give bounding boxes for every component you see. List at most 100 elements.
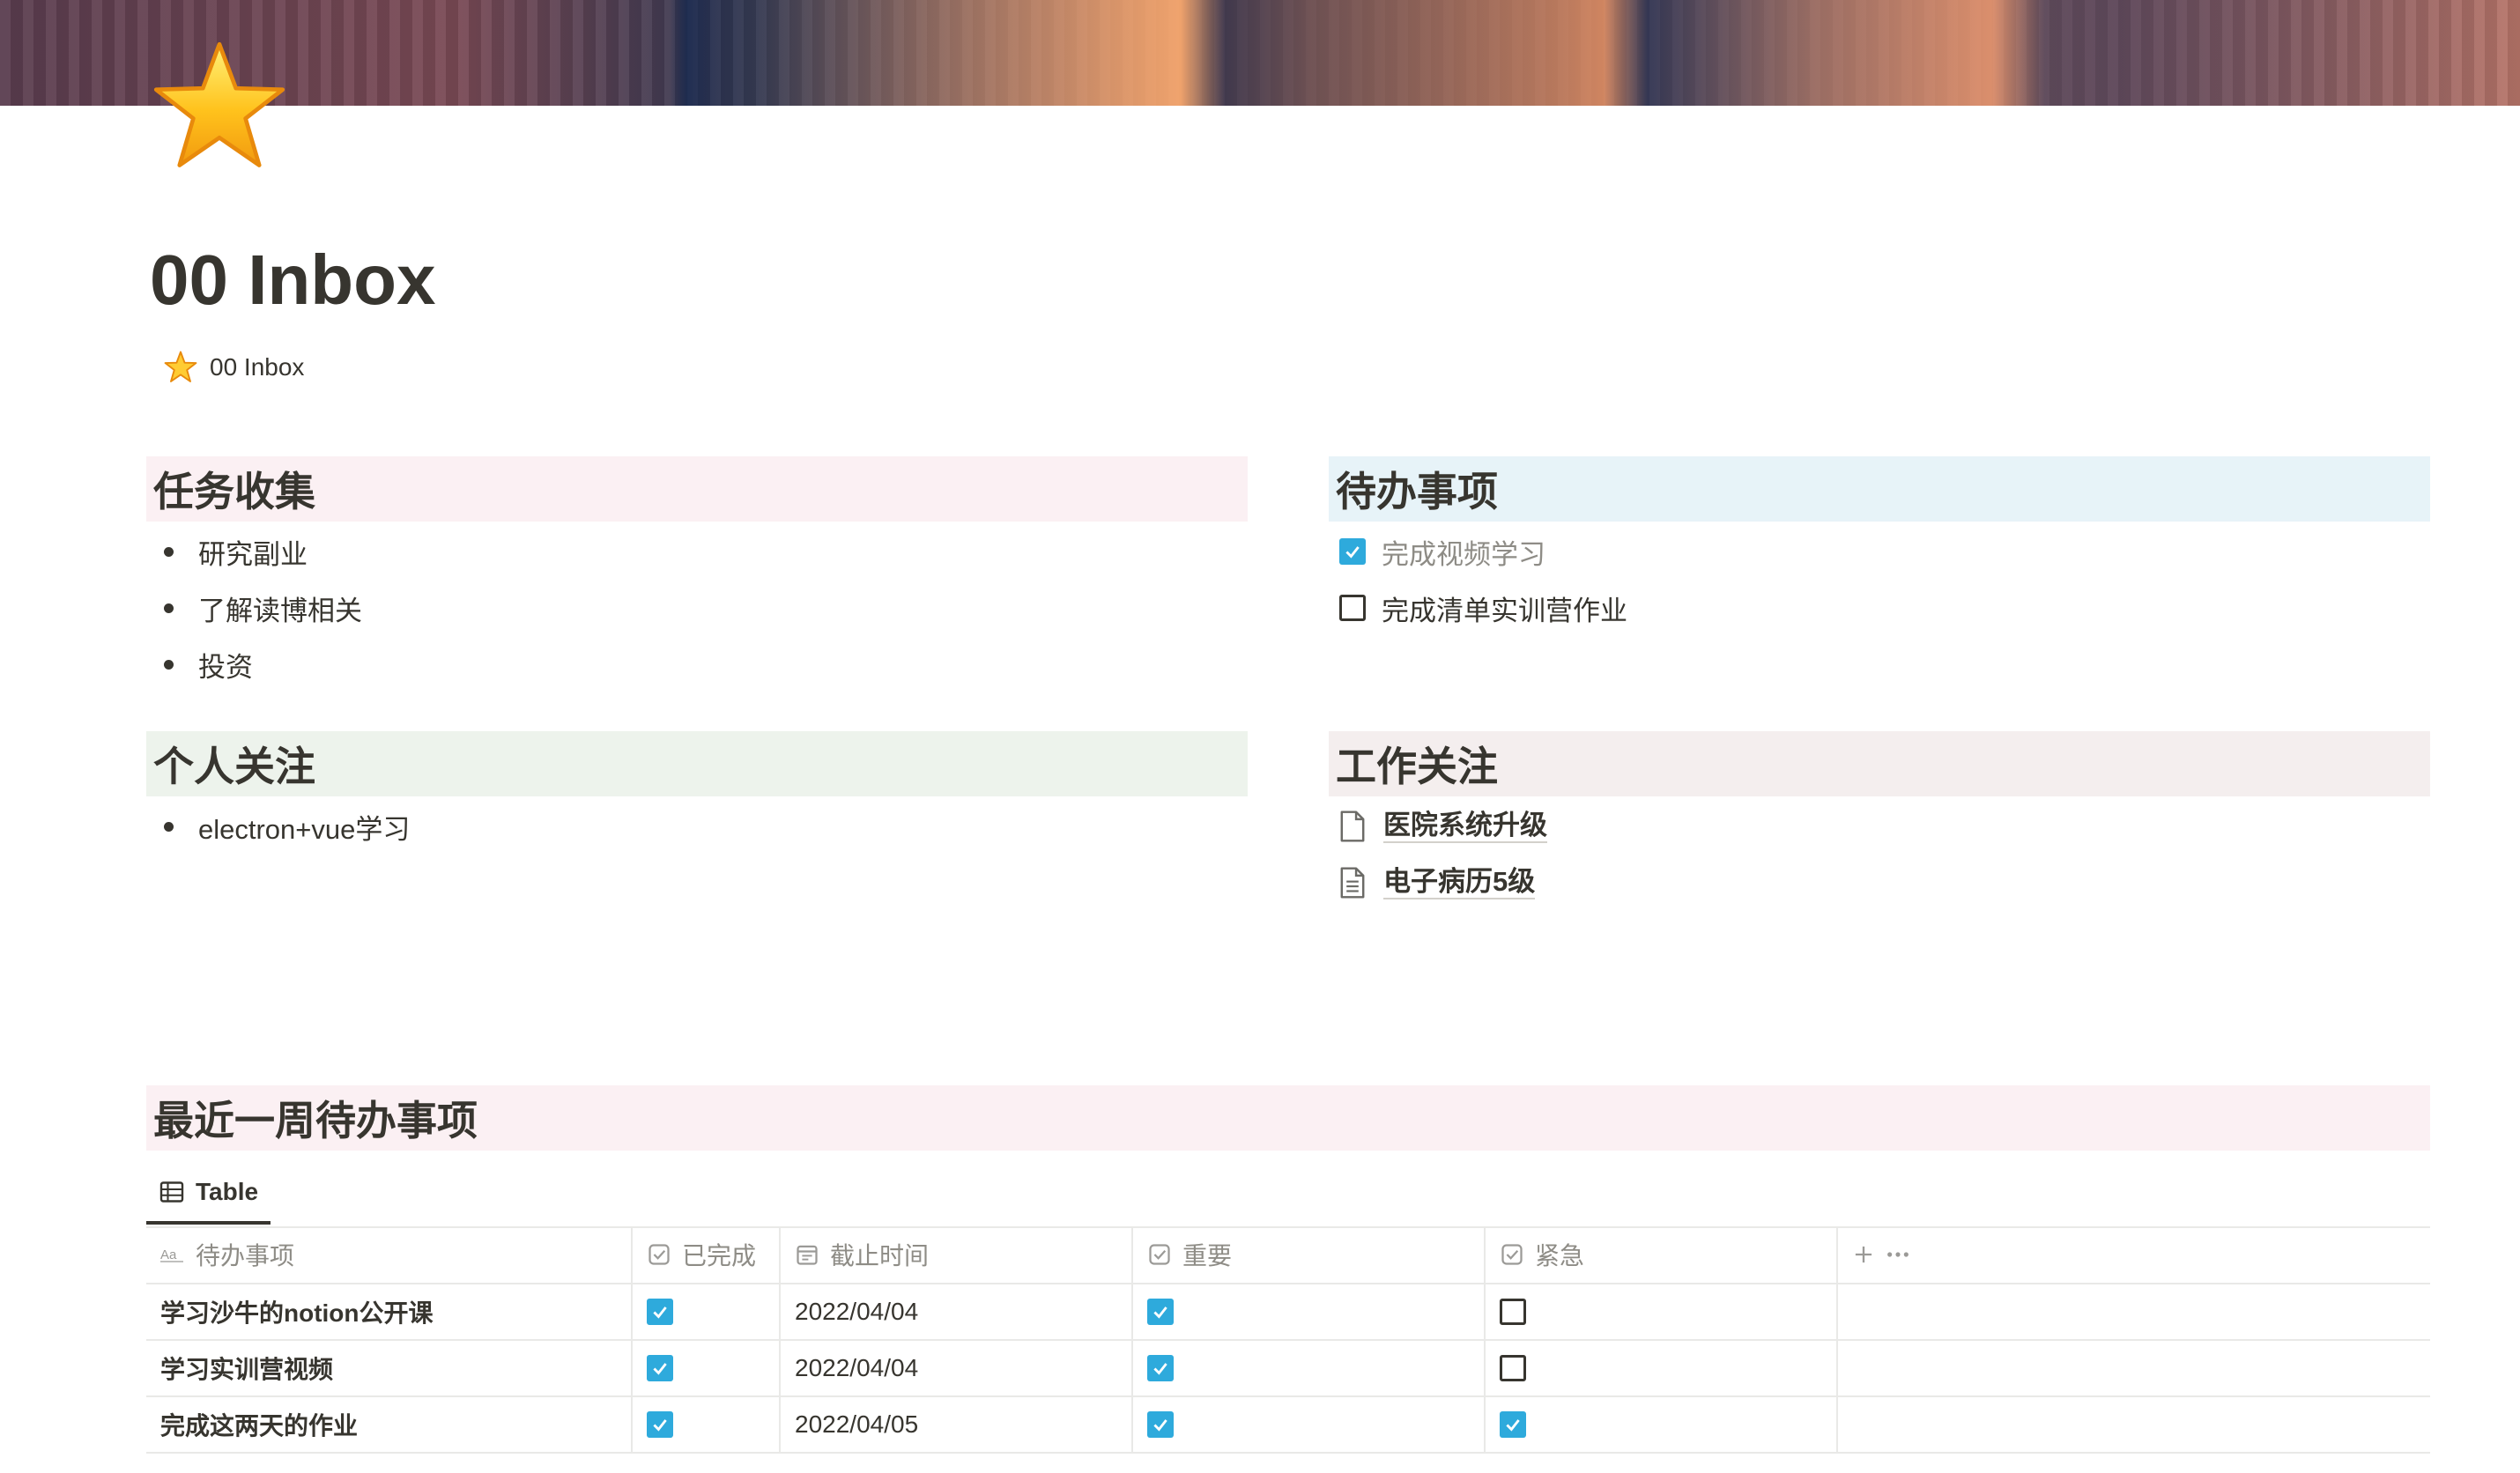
column-label: 待办事项 [196,1242,295,1269]
checkbox-unchecked[interactable] [1500,1355,1526,1381]
cell-done[interactable] [633,1397,781,1452]
todo-item[interactable]: 完成视频学习 [1329,523,2430,580]
list-item[interactable]: 投资 [146,636,1248,692]
notion-page: 00 Inbox 00 Inbox 任务收集 研究副业 了解读博相关 投资 待办… [0,0,2520,1473]
column-header-due[interactable]: 截止时间 [781,1226,1133,1283]
checkbox-checked[interactable] [1147,1355,1174,1381]
check-icon [1153,1419,1167,1432]
tab-table-view[interactable]: Table [146,1163,271,1225]
table-header-row: Aa 待办事项 已完成 截止时间 重要 紧急 [146,1226,2430,1284]
checkbox-unchecked[interactable] [1339,595,1366,621]
text-property-icon: Aa [160,1247,183,1262]
column-header-title[interactable]: Aa 待办事项 [146,1226,633,1283]
cell-title[interactable]: 学习实训营视频 [146,1341,633,1395]
cell-urgent[interactable] [1486,1341,1838,1395]
star-icon[interactable] [148,39,291,176]
checkbox-checked[interactable] [1147,1299,1174,1325]
plus-icon[interactable] [1852,1243,1875,1266]
bullet-dot [164,603,174,613]
section-heading[interactable]: 最近一周待办事项 [146,1085,2430,1151]
cell-due[interactable]: 2022/04/05 [781,1397,1133,1452]
work-focus-section: 工作关注 医院系统升级 电子病历5级 [1329,731,2430,911]
check-icon [653,1363,667,1375]
list-item[interactable]: 了解读博相关 [146,580,1248,636]
cell-text: 完成这两天的作业 [160,1412,359,1440]
checkbox-checked[interactable] [647,1411,673,1438]
checkbox-checked[interactable] [1339,538,1366,565]
todo-label: 完成视频学习 [1382,538,1545,570]
bullet-list: 研究副业 了解读博相关 投资 [146,523,1248,692]
section-heading[interactable]: 任务收集 [146,456,1248,522]
cell-title[interactable]: 学习沙牛的notion公开课 [146,1284,633,1339]
page-title[interactable]: 00 Inbox [150,236,436,324]
star-icon [164,351,197,382]
list-item-text: 投资 [198,651,253,683]
cell-text: 学习沙牛的notion公开课 [160,1299,434,1327]
bullet-dot [164,659,174,670]
checkbox-checked[interactable] [1500,1411,1526,1438]
page-link-label: 医院系统升级 [1383,810,1547,843]
section-heading[interactable]: 工作关注 [1329,731,2430,796]
cell-due[interactable]: 2022/04/04 [781,1284,1133,1339]
list-item[interactable]: 研究副业 [146,523,1248,580]
column-actions [1838,1226,2430,1283]
check-icon [1345,546,1360,559]
check-icon [653,1419,667,1432]
column-label: 截止时间 [830,1242,930,1269]
weekly-todo-section: 最近一周待办事项 [146,1085,2430,1151]
cell-due[interactable]: 2022/04/04 [781,1341,1133,1395]
breadcrumb-label: 00 Inbox [210,353,305,381]
personal-focus-section: 个人关注 electron+vue学习 [146,731,1248,855]
checkbox-checked[interactable] [1147,1411,1174,1438]
todo-label: 完成清单实训营作业 [1382,595,1627,626]
column-header-done[interactable]: 已完成 [633,1226,781,1283]
cell-urgent[interactable] [1486,1397,1838,1452]
page-link[interactable]: 电子病历5级 [1329,855,2430,911]
table-row[interactable]: 完成这两天的作业 2022/04/05 [146,1397,2430,1454]
bullet-dot [164,821,174,832]
bullet-list: electron+vue学习 [146,798,1248,855]
database-table: Aa 待办事项 已完成 截止时间 重要 紧急 学习沙牛的notion公开课 20… [146,1226,2430,1454]
svg-text:Aa: Aa [160,1247,177,1262]
checkbox-unchecked[interactable] [1500,1299,1526,1325]
checkbox-checked[interactable] [647,1299,673,1325]
cell-important[interactable] [1133,1397,1486,1452]
cell-empty [1838,1341,2430,1395]
checkbox-checked[interactable] [647,1355,673,1381]
cell-urgent[interactable] [1486,1284,1838,1339]
section-heading[interactable]: 待办事项 [1329,456,2430,522]
column-header-important[interactable]: 重要 [1133,1226,1486,1283]
cover-image[interactable] [0,0,2520,106]
table-row[interactable]: 学习沙牛的notion公开课 2022/04/04 [146,1284,2430,1341]
column-header-urgent[interactable]: 紧急 [1486,1226,1838,1283]
cell-empty [1838,1397,2430,1452]
page-link-breadcrumb[interactable]: 00 Inbox [164,347,304,388]
cell-title[interactable]: 完成这两天的作业 [146,1397,633,1452]
todo-item[interactable]: 完成清单实训营作业 [1329,580,2430,636]
check-icon [653,1306,667,1319]
cell-important[interactable] [1133,1284,1486,1339]
cell-done[interactable] [633,1341,781,1395]
more-icon[interactable] [1886,1250,1910,1259]
page-link[interactable]: 医院系统升级 [1329,798,2430,855]
list-item[interactable]: electron+vue学习 [146,798,1248,855]
calendar-icon [797,1245,818,1265]
database-view-tabs: Table [146,1163,2430,1228]
check-icon [1506,1419,1520,1432]
list-item-text: electron+vue学习 [198,813,411,845]
tab-label: Table [196,1178,259,1205]
column-label: 已完成 [682,1242,757,1269]
checkbox-property-icon [649,1244,670,1265]
table-icon [159,1181,184,1203]
checkbox-property-icon [1501,1244,1523,1265]
cell-important[interactable] [1133,1341,1486,1395]
cell-text: 2022/04/05 [795,1410,919,1438]
section-heading[interactable]: 个人关注 [146,731,1248,796]
cell-done[interactable] [633,1284,781,1339]
list-item-text: 了解读博相关 [198,595,362,626]
bullet-dot [164,546,174,557]
table-row[interactable]: 学习实训营视频 2022/04/04 [146,1341,2430,1397]
todo-section: 待办事项 完成视频学习 完成清单实训营作业 [1329,456,2430,636]
check-icon [1153,1363,1167,1375]
cell-empty [1838,1284,2430,1339]
